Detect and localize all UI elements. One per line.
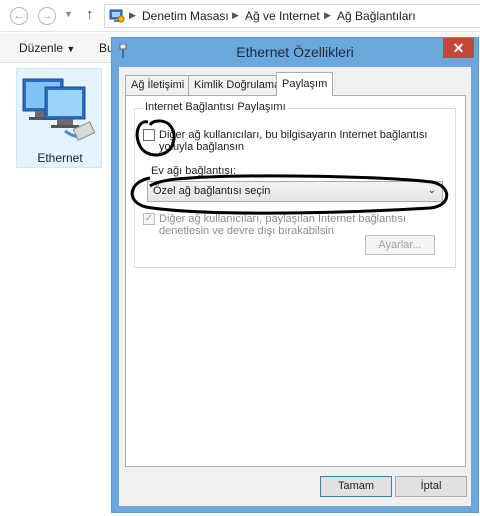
allow-sharing-label-line2: yoluyla bağlansın bbox=[159, 141, 245, 153]
home-network-select-value: Özel ağ bağlantısı seçin bbox=[153, 185, 271, 197]
ethernet-label: Ethernet bbox=[37, 151, 83, 165]
ethernet-properties-dialog: Ethernet Özellikleri ✕ Ağ İletişimi Kiml… bbox=[111, 37, 479, 513]
close-button[interactable]: ✕ bbox=[443, 38, 474, 58]
up-arrow-icon[interactable]: ↑ bbox=[86, 6, 94, 23]
chevron-down-icon: ▼ bbox=[66, 44, 76, 54]
group-title: Internet Bağlantısı Paylaşımı bbox=[143, 101, 288, 113]
tab-sharing[interactable]: Paylaşım bbox=[276, 72, 334, 96]
network-adapter-icon bbox=[22, 78, 96, 141]
breadcrumb[interactable]: ▶ Denetim Masası ▶ Ağ ve Internet ▶ Ağ B… bbox=[104, 4, 480, 28]
home-network-label: Ev ağı bağlantısı: bbox=[151, 165, 236, 177]
dialog-client-area: Ağ İletişimi Kimlik Doğrulama Paylaşım I… bbox=[119, 67, 471, 506]
ethernet-connection-item[interactable]: Ethernet bbox=[16, 68, 102, 168]
back-arrow-icon[interactable]: ← bbox=[10, 7, 28, 25]
chevron-down-icon: ⌄ bbox=[427, 185, 436, 196]
chevron-right-icon: ▶ bbox=[232, 10, 239, 20]
internet-sharing-group: Internet Bağlantısı Paylaşımı Diğer ağ k… bbox=[134, 101, 456, 268]
allow-control-label-line1: Diğer ağ kullanıcıları, paylaşılan Inter… bbox=[159, 213, 407, 225]
allow-sharing-label-line1: Diğer ağ kullanıcıları, bu bilgisayarın … bbox=[159, 129, 428, 141]
ok-button[interactable]: Tamam bbox=[320, 476, 392, 497]
recent-locations-dropdown-icon[interactable]: ▼ bbox=[64, 9, 73, 19]
home-network-select[interactable]: Özel ağ bağlantısı seçin ⌄ bbox=[147, 181, 443, 202]
cancel-button[interactable]: İptal bbox=[395, 476, 467, 497]
dialog-title: Ethernet Özellikleri bbox=[236, 44, 354, 60]
tab-authentication[interactable]: Kimlik Doğrulama bbox=[188, 75, 287, 95]
chevron-right-icon: ▶ bbox=[129, 10, 136, 20]
breadcrumb-item-network-connections[interactable]: Ağ Bağlantıları bbox=[337, 9, 416, 23]
settings-button[interactable]: Ayarlar... bbox=[365, 235, 435, 255]
allow-control-label-line2: denetlesin ve devre dışı bırakabilsin bbox=[159, 225, 334, 237]
organize-label: Düzenle bbox=[19, 41, 64, 55]
tab-networking[interactable]: Ağ İletişimi bbox=[125, 75, 191, 95]
allow-control-checkbox[interactable]: ✓ bbox=[143, 213, 155, 225]
breadcrumb-item-network-internet[interactable]: Ağ ve Internet bbox=[245, 9, 320, 23]
organize-menu-button[interactable]: Düzenle ▼ bbox=[19, 41, 75, 55]
control-panel-icon bbox=[109, 9, 125, 23]
breadcrumb-item-control-panel[interactable]: Denetim Masası bbox=[142, 9, 229, 23]
address-bar: ← → ▼ ↑ ▶ Denetim Masası ▶ Ağ ve Interne… bbox=[0, 0, 480, 32]
allow-sharing-checkbox[interactable] bbox=[143, 129, 155, 141]
forward-arrow-icon[interactable]: → bbox=[38, 7, 56, 25]
dialog-title-bar[interactable]: Ethernet Özellikleri ✕ bbox=[112, 38, 478, 66]
chevron-right-icon: ▶ bbox=[324, 10, 331, 20]
sharing-tab-panel: Internet Bağlantısı Paylaşımı Diğer ağ k… bbox=[125, 95, 466, 467]
